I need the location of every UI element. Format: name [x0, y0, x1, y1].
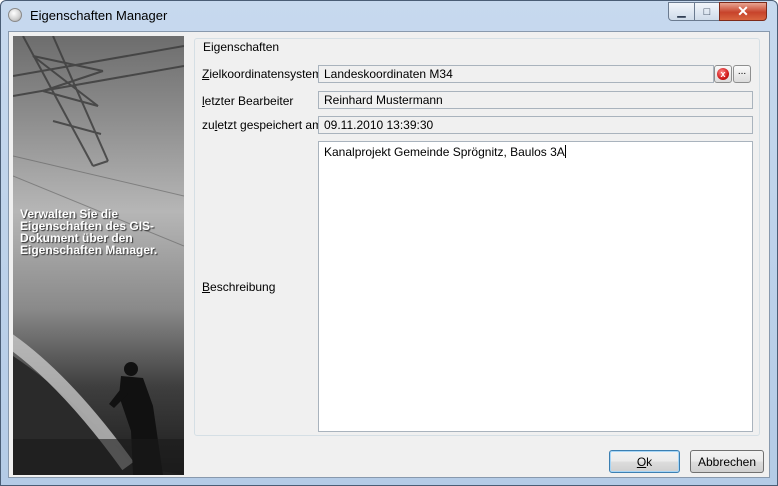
- beschreibung-label: Beschreibung: [202, 280, 276, 294]
- side-banner-image: Verwalten Sie die Eigenschaften des GIS-…: [13, 36, 184, 475]
- app-icon: [8, 8, 22, 22]
- clear-coordinate-system-button[interactable]: x: [714, 65, 732, 83]
- zielkoordinatensystem-label: Zielkoordinatensystem: [202, 67, 323, 81]
- cancel-button[interactable]: Abbrechen: [690, 450, 764, 473]
- beschreibung-text: Kanalprojekt Gemeinde Sprögnitz, Baulos …: [324, 145, 565, 159]
- properties-manager-window: Eigenschaften Manager ▁ □ ✕ Verwalten Si…: [0, 0, 778, 486]
- dialog-client-area: Verwalten Sie die Eigenschaften des GIS-…: [8, 31, 770, 478]
- letzter-bearbeiter-field[interactable]: Reinhard Mustermann: [318, 91, 753, 109]
- title-bar[interactable]: Eigenschaften Manager ▁ □ ✕: [1, 1, 777, 31]
- window-title: Eigenschaften Manager: [30, 8, 168, 23]
- text-caret: [564, 145, 566, 158]
- minimize-icon: ▁: [677, 6, 686, 18]
- beschreibung-textarea[interactable]: Kanalprojekt Gemeinde Sprögnitz, Baulos …: [318, 141, 753, 432]
- zuletzt-gespeichert-field[interactable]: 09.11.2010 13:39:30: [318, 116, 753, 134]
- minimize-button[interactable]: ▁: [668, 2, 695, 21]
- zuletzt-gespeichert-label: zuletzt gespeichert am: [202, 118, 323, 132]
- zielkoordinatensystem-field[interactable]: Landeskoordinaten M34: [318, 65, 714, 83]
- ok-button[interactable]: Ok: [609, 450, 680, 473]
- clear-icon: x: [717, 68, 729, 80]
- maximize-button[interactable]: □: [694, 2, 720, 21]
- close-button[interactable]: ✕: [719, 2, 767, 21]
- browse-coordinate-system-button[interactable]: ...: [733, 65, 751, 83]
- close-icon: ✕: [737, 3, 749, 19]
- maximize-icon: □: [703, 5, 711, 18]
- banner-description: Verwalten Sie die Eigenschaften des GIS-…: [20, 207, 158, 257]
- letzter-bearbeiter-label: letzter Bearbeiter: [202, 94, 294, 108]
- properties-group-legend: Eigenschaften: [201, 40, 282, 54]
